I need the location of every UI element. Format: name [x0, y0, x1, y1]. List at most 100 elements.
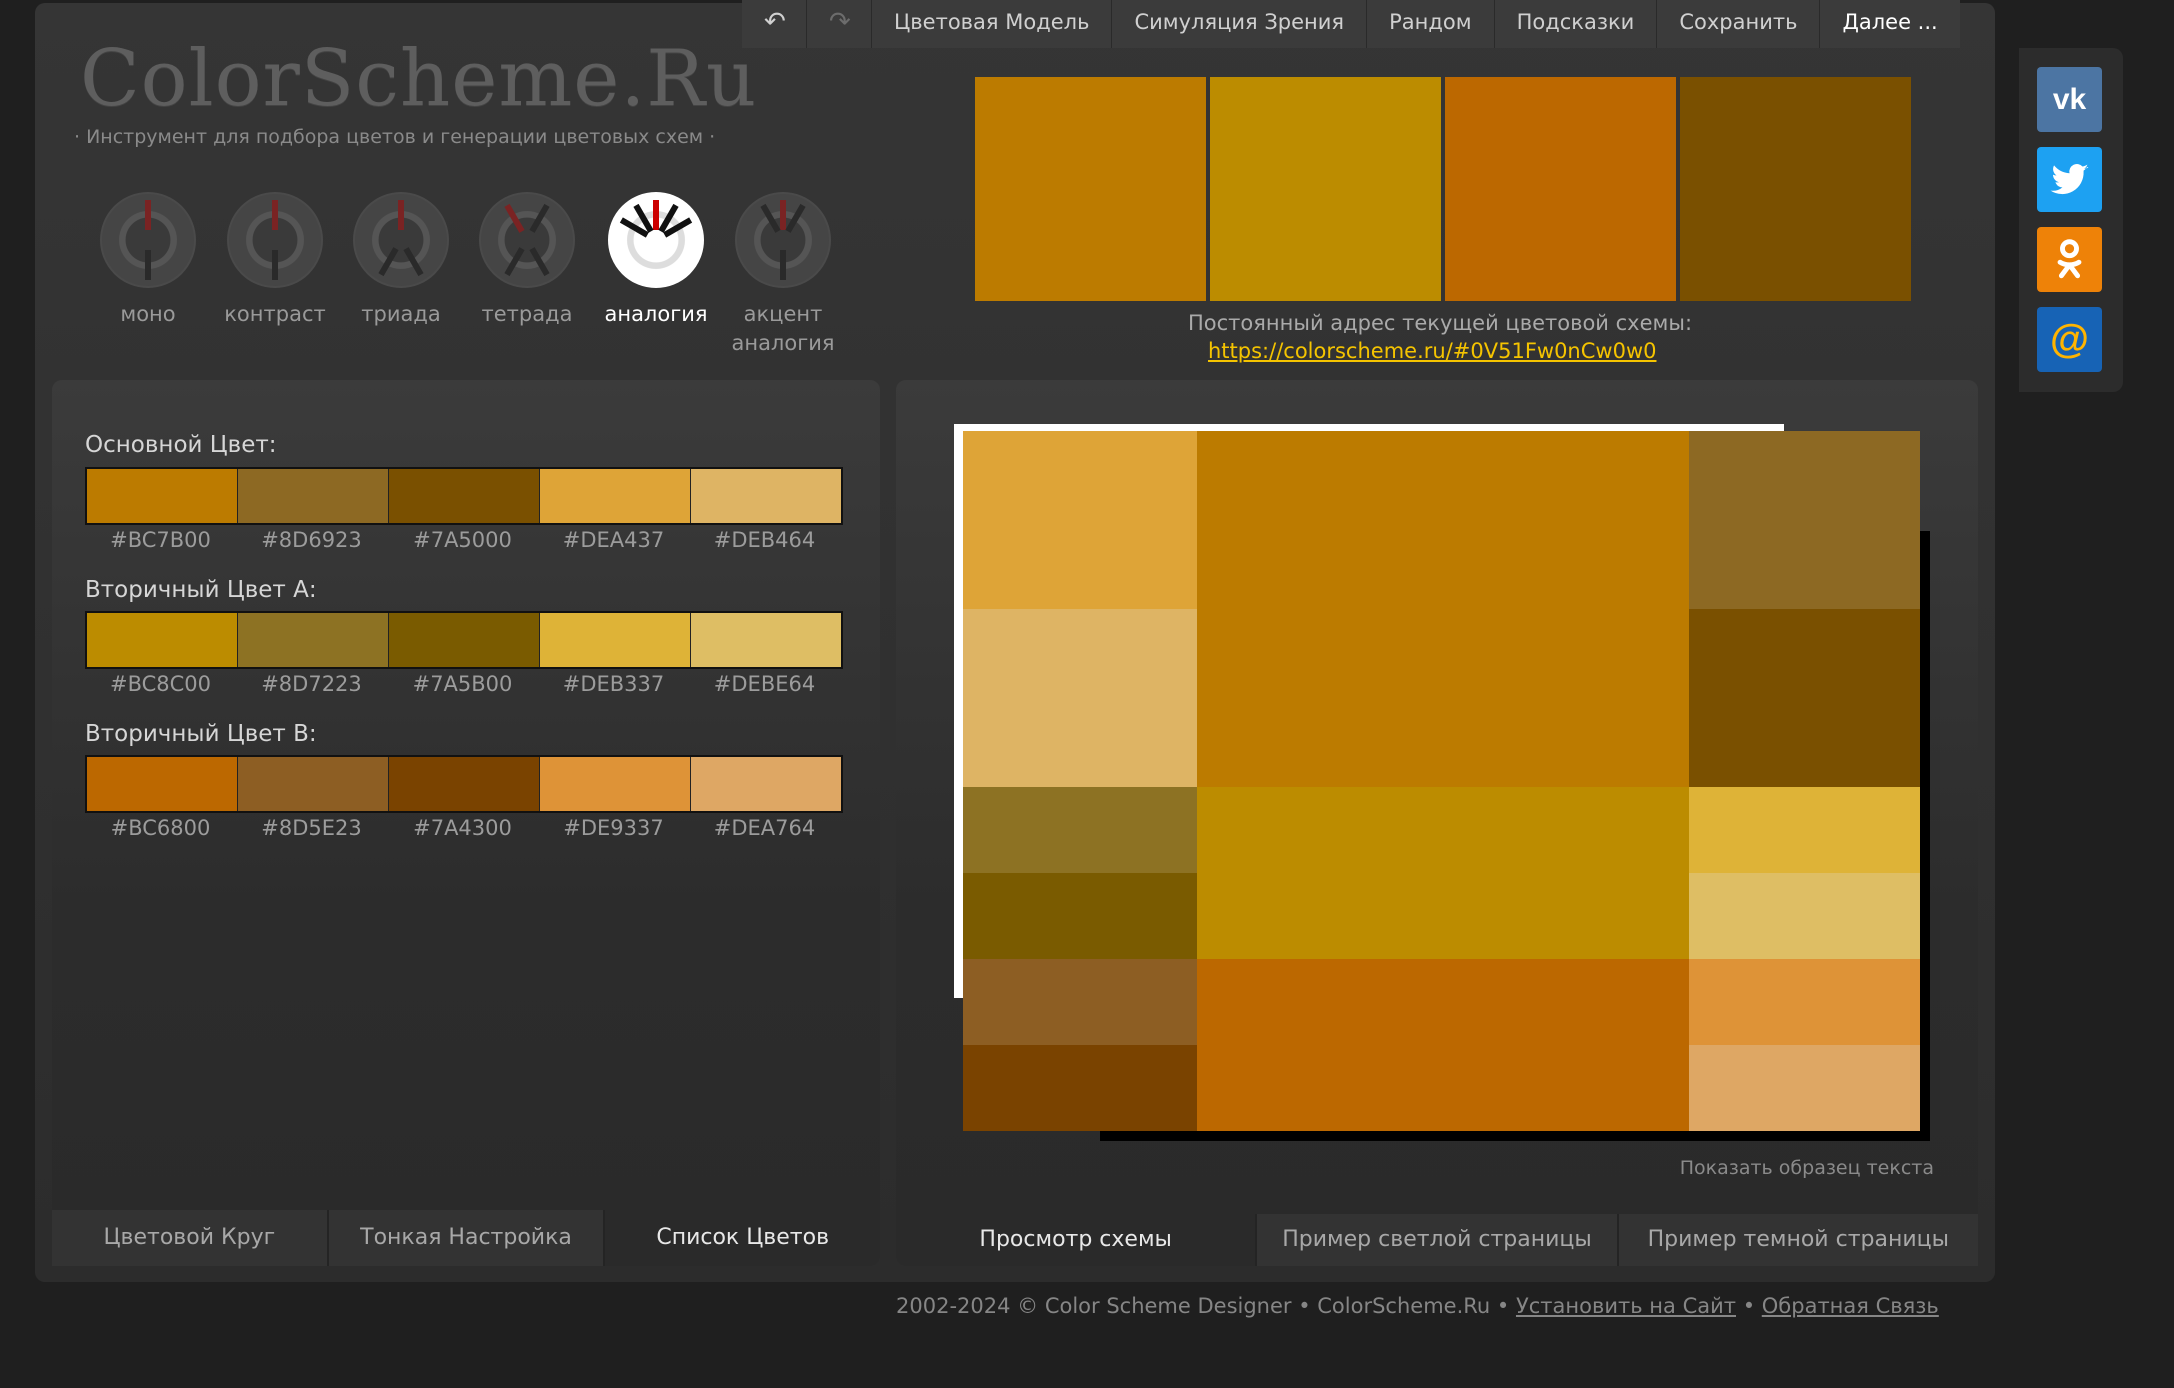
hex-code: #8D6923 [261, 528, 362, 552]
preview-block[interactable] [963, 431, 1197, 609]
menu-save[interactable]: Сохранить [1657, 0, 1821, 48]
preview-block[interactable] [1689, 959, 1920, 1045]
preview-block[interactable] [963, 1045, 1197, 1131]
scheme-type-triad[interactable]: триада [341, 192, 461, 329]
preview-block[interactable] [963, 959, 1197, 1045]
scheme-type-tetrad[interactable]: тетрада [467, 192, 587, 329]
preview-block[interactable] [1689, 609, 1920, 787]
scheme-type-label: триада [361, 302, 441, 326]
color-swatch[interactable] [540, 757, 691, 811]
right-panel-tabs: Просмотр схемы Пример светлой страницы П… [896, 1214, 1978, 1266]
accent-analogous-dial-icon [735, 192, 831, 288]
triad-dial-icon [353, 192, 449, 288]
hex-code: #DEB464 [713, 528, 816, 552]
color-swatch[interactable] [540, 469, 691, 523]
secondary-a-swatch-row [85, 611, 843, 669]
scheme-preview [963, 431, 1920, 1131]
primary-swatch-row [85, 467, 843, 525]
color-swatch[interactable] [691, 613, 841, 667]
mail-ru-icon[interactable]: @ [2037, 307, 2102, 372]
tab-color-list[interactable]: Список Цветов [605, 1210, 880, 1266]
color-swatch[interactable] [691, 757, 841, 811]
secondary-b-title: Вторичный Цвет B: [85, 721, 317, 747]
color-swatch[interactable] [87, 469, 238, 523]
preview-block[interactable] [963, 609, 1197, 787]
color-swatch[interactable] [389, 757, 540, 811]
color-swatch[interactable] [238, 757, 389, 811]
secondary-a-title: Вторичный Цвет А: [85, 577, 317, 603]
secondary-b-hex-row: #BC6800 #8D5E23 #7A4300 #DE9337 #DEA764 [85, 816, 840, 840]
analogous-dial-icon [608, 192, 704, 288]
strip-swatch-secondary-b[interactable] [1445, 77, 1676, 301]
preview-block[interactable] [963, 873, 1197, 959]
hex-code: #7A4300 [413, 816, 512, 840]
permalink-link[interactable]: https://colorscheme.ru/#0V51Fw0nCw0w0 [1208, 339, 1656, 363]
hex-code: #BC6800 [110, 816, 211, 840]
scheme-type-label: моно [120, 302, 176, 326]
site-logo[interactable]: ColorScheme.Ru [80, 34, 757, 124]
hex-code: #DEA437 [562, 528, 665, 552]
color-swatch[interactable] [389, 469, 540, 523]
hex-code: #7A5000 [413, 528, 512, 552]
contrast-dial-icon [227, 192, 323, 288]
tab-scheme-preview[interactable]: Просмотр схемы [896, 1214, 1258, 1266]
preview-block[interactable] [963, 787, 1197, 873]
scheme-preview-panel: Показать образец текста Просмотр схемы П… [896, 380, 1978, 1266]
footer-feedback-link[interactable]: Обратная Связь [1762, 1294, 1939, 1318]
color-swatch[interactable] [691, 469, 841, 523]
footer-copyright: 2002-2024 © Color Scheme Designer • Colo… [896, 1294, 1510, 1318]
color-swatch[interactable] [389, 613, 540, 667]
top-menu: ↶ ↷ Цветовая Модель Симуляция Зрения Ран… [742, 0, 1960, 48]
social-sidebar: vk @ [2019, 48, 2123, 392]
show-sample-text-link[interactable]: Показать образец текста [1680, 1157, 1934, 1179]
tab-fine-tuning[interactable]: Тонкая Настройка [328, 1210, 606, 1266]
tab-color-wheel[interactable]: Цветовой Круг [52, 1210, 329, 1266]
scheme-type-analogous[interactable]: аналогия [596, 192, 716, 329]
color-swatch[interactable] [238, 613, 389, 667]
redo-icon[interactable]: ↷ [807, 0, 872, 48]
preview-block[interactable] [1689, 873, 1920, 959]
tagline: · Инструмент для подбора цветов и генера… [74, 126, 716, 148]
odnoklassniki-icon[interactable] [2037, 227, 2102, 292]
scheme-type-label: тетрада [481, 302, 573, 326]
menu-hints[interactable]: Подсказки [1495, 0, 1658, 48]
tab-light-page-example[interactable]: Пример светлой страницы [1257, 1214, 1619, 1266]
permalink-label: Постоянный адрес текущей цветовой схемы: [1188, 311, 1693, 335]
scheme-type-contrast[interactable]: контраст [215, 192, 335, 329]
preview-block[interactable] [1689, 431, 1920, 609]
preview-block[interactable] [1197, 959, 1689, 1131]
menu-vision-simulation[interactable]: Симуляция Зрения [1112, 0, 1368, 48]
preview-block[interactable] [1689, 787, 1920, 873]
footer-install-link[interactable]: Установить на Сайт [1516, 1294, 1736, 1318]
scheme-type-label: контраст [224, 302, 326, 326]
hex-code: #BC8C00 [109, 672, 212, 696]
scheme-type-accent-analogous[interactable]: акцент аналогия [723, 192, 843, 358]
left-panel-tabs: Цветовой Круг Тонкая Настройка Список Цв… [52, 1210, 880, 1266]
strip-swatch-secondary-a[interactable] [1210, 77, 1441, 301]
twitter-icon[interactable] [2037, 147, 2102, 212]
hex-code: #8D7223 [261, 672, 362, 696]
preview-block[interactable] [1197, 787, 1689, 959]
preview-block[interactable] [1689, 1045, 1920, 1131]
color-swatch[interactable] [87, 757, 238, 811]
tab-dark-page-example[interactable]: Пример темной страницы [1618, 1214, 1978, 1266]
strip-swatch-dark[interactable] [1680, 77, 1911, 301]
primary-hex-row: #BC7B00 #8D6923 #7A5000 #DEA437 #DEB464 [85, 528, 840, 552]
hex-code: #DEA764 [713, 816, 816, 840]
hex-code: #DEB337 [562, 672, 665, 696]
color-swatch[interactable] [87, 613, 238, 667]
scheme-type-mono[interactable]: моно [88, 192, 208, 329]
preview-block-main[interactable] [1197, 431, 1689, 787]
strip-swatch-primary[interactable] [975, 77, 1206, 301]
color-swatch[interactable] [540, 613, 691, 667]
menu-more[interactable]: Далее ... [1820, 0, 1959, 48]
secondary-b-swatch-row [85, 755, 843, 813]
footer: 2002-2024 © Color Scheme Designer • Colo… [896, 1294, 1984, 1318]
menu-color-model[interactable]: Цветовая Модель [872, 0, 1113, 48]
color-swatch[interactable] [238, 469, 389, 523]
scheme-type-label: акцент аналогия [731, 302, 835, 355]
footer-separator: • [1742, 1294, 1756, 1318]
menu-random[interactable]: Рандом [1367, 0, 1495, 48]
tetrad-dial-icon [479, 192, 575, 288]
vk-icon[interactable]: vk [2037, 67, 2102, 132]
